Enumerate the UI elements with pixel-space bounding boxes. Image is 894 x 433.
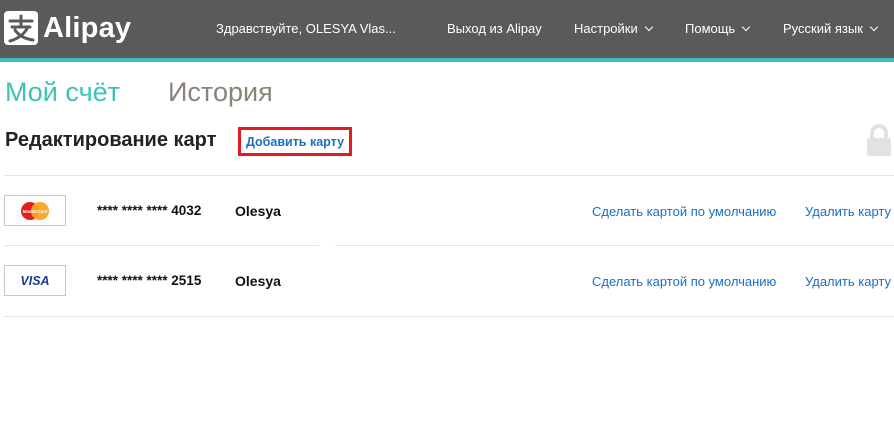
logo-text: Alipay (43, 11, 132, 44)
tab-history[interactable]: История (168, 77, 273, 108)
card-owner: Olesya (235, 273, 281, 289)
top-navigation-bar: Alipay Здравствуйте, OLESYA Vlas... Выхо… (0, 0, 894, 58)
language-menu[interactable]: Русский язык (783, 21, 879, 36)
page-title: Редактирование карт (5, 129, 217, 151)
add-card-label: Добавить карту (245, 134, 345, 149)
alipay-logo-icon (4, 11, 38, 45)
chevron-down-icon (644, 22, 653, 32)
card-owner: Olesya (235, 203, 281, 219)
help-menu[interactable]: Помощь (685, 21, 751, 36)
delete-card-link[interactable]: Удалить карту (805, 204, 891, 219)
visa-icon: VISA (4, 265, 66, 296)
language-menu-label: Русский язык (783, 21, 863, 36)
delete-card-link[interactable]: Удалить карту (805, 274, 891, 289)
lock-icon (866, 124, 892, 161)
set-default-card-link[interactable]: Сделать картой по умолчанию (592, 204, 776, 219)
set-default-card-link[interactable]: Сделать картой по умолчанию (592, 274, 776, 289)
card-brand: VISA (20, 273, 50, 288)
svg-text:MasterCard: MasterCard (23, 209, 48, 214)
alipay-logo[interactable]: Alipay (4, 11, 131, 45)
user-greeting[interactable]: Здравствуйте, OLESYA Vlas... (216, 21, 396, 36)
help-menu-label: Помощь (685, 21, 736, 36)
divider (335, 245, 894, 246)
divider (4, 316, 894, 317)
divider (4, 175, 894, 176)
add-card-button[interactable]: Добавить карту (238, 127, 352, 156)
chevron-down-icon (869, 22, 879, 32)
chevron-down-icon (741, 22, 751, 32)
card-number: **** **** **** 4032 (97, 203, 202, 218)
header-accent-line (0, 58, 894, 62)
settings-menu-label: Настройки (574, 21, 638, 36)
logout-link[interactable]: Выход из Alipay (447, 21, 542, 36)
tab-my-account[interactable]: Мой счёт (5, 77, 120, 108)
divider (4, 245, 319, 246)
mastercard-icon: MasterCard (4, 195, 66, 226)
settings-menu[interactable]: Настройки (574, 21, 653, 36)
card-number: **** **** **** 2515 (97, 273, 202, 288)
